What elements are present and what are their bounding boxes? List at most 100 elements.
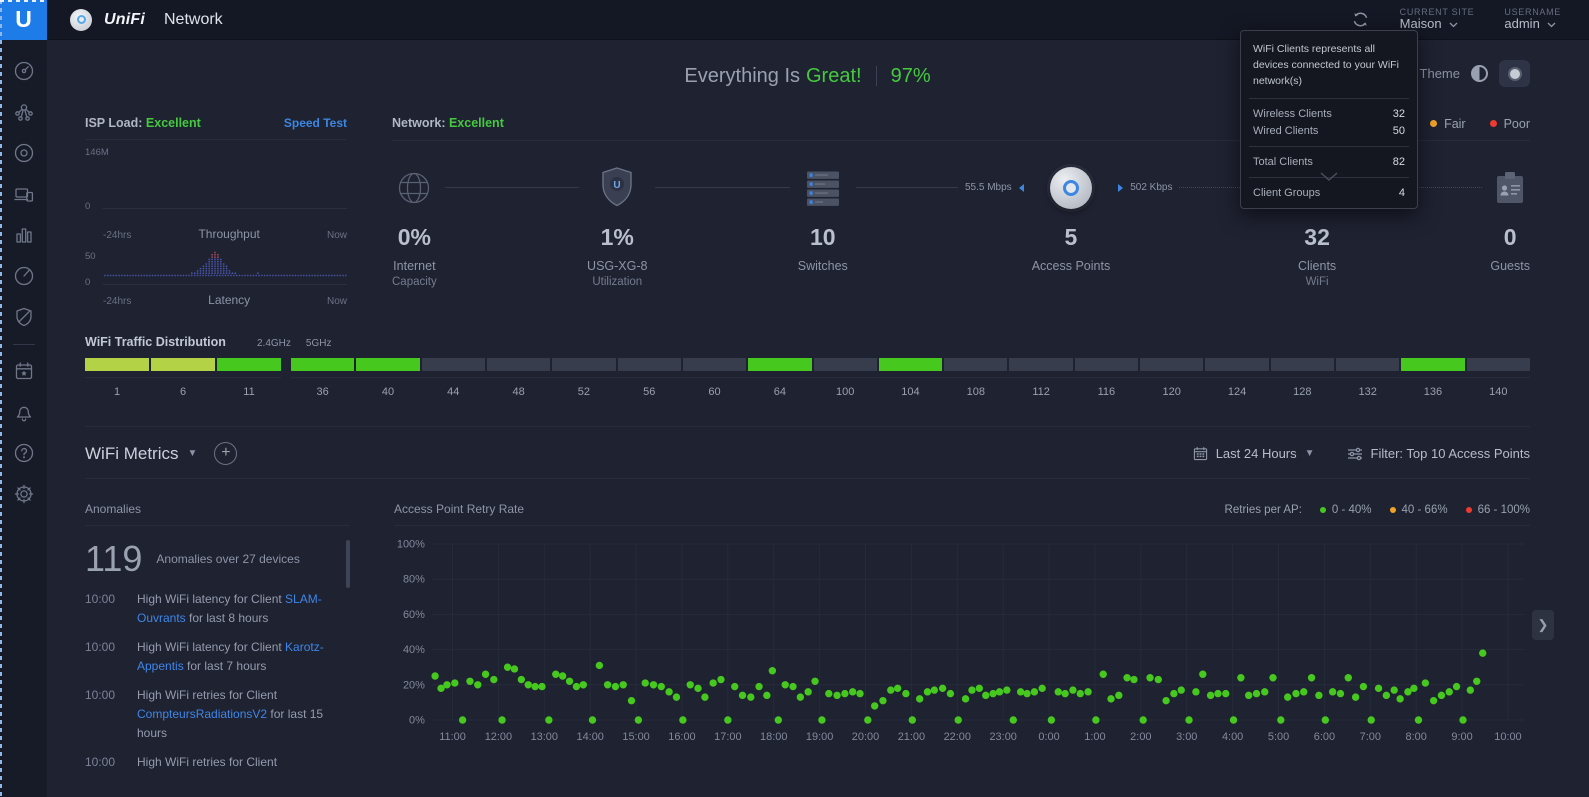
channel-segment-56[interactable]	[618, 358, 681, 371]
channel-segment-128[interactable]	[1271, 358, 1334, 371]
sidebar-item-devices[interactable]	[4, 133, 44, 173]
status-text: Everything Is	[684, 65, 800, 87]
retries-legend-item: 66 - 100%	[1466, 504, 1530, 516]
channel-segment-44[interactable]	[422, 358, 485, 371]
internet-sublabel: Capacity	[392, 276, 437, 288]
legend-dot-icon	[1390, 507, 1396, 513]
filter-control[interactable]: Filter: Top 10 Access Points	[1347, 446, 1530, 461]
channel-segment-116[interactable]	[1075, 358, 1138, 371]
sidebar-item-settings[interactable]	[4, 474, 44, 514]
light-theme-icon[interactable]	[1471, 65, 1488, 82]
clients-label: Clients	[1298, 259, 1336, 273]
channel-segment-36[interactable]	[291, 358, 354, 371]
topology-icon	[12, 100, 36, 124]
tooltip-caret-icon	[1320, 168, 1338, 186]
channel-segment-1[interactable]	[85, 358, 149, 371]
sidebar-item-dashboard[interactable]	[4, 51, 44, 91]
speed-test-link[interactable]: Speed Test	[284, 116, 347, 130]
access-point-icon	[70, 9, 92, 31]
link-internet-gateway	[437, 165, 587, 211]
anomaly-item: 10:00High WiFi latency for Client Karotz…	[85, 638, 350, 675]
help-question-icon	[12, 441, 36, 465]
wifi-metrics-dropdown[interactable]: WiFi Metrics▼	[85, 444, 197, 464]
channel-segment-136[interactable]	[1401, 358, 1464, 371]
filter-sliders-icon	[1347, 447, 1363, 461]
latency-mini-chart: 50 0	[85, 251, 347, 289]
anomaly-item: 10:00High WiFi retries for Client	[85, 753, 350, 770]
sidebar-item-clients[interactable]	[4, 174, 44, 214]
status-divider	[876, 66, 877, 86]
time-range-value: Last 24 Hours	[1216, 446, 1297, 461]
channel-segment-40[interactable]	[356, 358, 419, 371]
internet-label: Internet	[393, 259, 435, 273]
svg-text:21:00: 21:00	[898, 731, 925, 743]
latency-axis: -24hrs Latency Now	[103, 293, 347, 307]
theme-label: Theme	[1420, 66, 1460, 81]
client-link[interactable]: SLAM-Ouvrants	[137, 592, 322, 625]
ubiquiti-logo[interactable]: U	[0, 0, 47, 40]
dashboard-gauge-icon	[12, 59, 36, 83]
node-switches[interactable]: 10 Switches	[798, 165, 848, 288]
legend-dot-icon	[1466, 507, 1472, 513]
channel-segment-100[interactable]	[814, 358, 877, 371]
devices-icon	[12, 141, 36, 165]
node-gateway[interactable]: U 1% USG-XG-8 Utilization	[587, 165, 647, 288]
anomaly-time: 10:00	[85, 686, 137, 742]
sidebar-item-topology[interactable]	[4, 92, 44, 132]
sidebar-item-help[interactable]	[4, 433, 44, 473]
client-link[interactable]: CompteursRadiationsV2	[137, 707, 267, 721]
latency-ymin: 0	[85, 277, 90, 288]
channel-segment-132[interactable]	[1336, 358, 1399, 371]
channel-label: 140	[1467, 386, 1530, 398]
channel-segment-11[interactable]	[217, 358, 281, 371]
node-internet[interactable]: 0% Internet Capacity	[392, 165, 437, 288]
sidebar-item-threat-management[interactable]	[4, 297, 44, 337]
sidebar-item-insights[interactable]	[4, 256, 44, 296]
user-menu[interactable]: USERNAME admin	[1504, 7, 1561, 32]
refresh-icon[interactable]	[1351, 10, 1370, 29]
gateway-label: USG-XG-8	[587, 259, 647, 273]
channel-segment-64[interactable]	[748, 358, 811, 371]
channel-segment-108[interactable]	[944, 358, 1007, 371]
arrow-left-icon	[1019, 184, 1024, 192]
channel-segment-48[interactable]	[487, 358, 550, 371]
channel-segment-6[interactable]	[151, 358, 215, 371]
bell-icon	[12, 400, 36, 424]
channel-segment-60[interactable]	[683, 358, 746, 371]
wifi-traffic-distribution: WiFi Traffic Distribution 2.4GHz 5GHz 16…	[85, 335, 1530, 398]
legend-dot-icon	[1320, 507, 1326, 513]
svg-text:1:00: 1:00	[1084, 731, 1105, 743]
client-link[interactable]: Karotz-Appentis	[137, 640, 324, 673]
dark-theme-button[interactable]	[1499, 60, 1530, 87]
svg-text:2:00: 2:00	[1130, 731, 1151, 743]
sidebar-item-statistics[interactable]	[4, 215, 44, 255]
channel-segment-112[interactable]	[1009, 358, 1072, 371]
sidebar-nav	[0, 40, 47, 797]
channel-strip-5ghz: 3640444852566064100104108112116120124128…	[291, 358, 1530, 398]
channel-segment-52[interactable]	[552, 358, 615, 371]
channel-segment-140[interactable]	[1467, 358, 1530, 371]
svg-text:7:00: 7:00	[1360, 731, 1381, 743]
sidebar-item-events[interactable]	[4, 351, 44, 391]
switches-value: 10	[810, 224, 836, 251]
anomalies-scrollbar[interactable]	[346, 540, 350, 588]
retries-legend-prefix: Retries per AP:	[1225, 504, 1302, 516]
node-guests[interactable]: 0 Guests	[1490, 165, 1530, 288]
svg-text:3:00: 3:00	[1176, 731, 1197, 743]
site-selector[interactable]: CURRENT SITE Maison	[1400, 7, 1475, 32]
sidebar-item-alerts[interactable]	[4, 392, 44, 432]
chart-next-button[interactable]: ❯	[1532, 610, 1554, 640]
svg-text:20%: 20%	[403, 679, 425, 691]
channel-label: 56	[618, 386, 681, 398]
legend-dot-icon	[1430, 120, 1437, 127]
node-access-points[interactable]: 5 Access Points	[1032, 165, 1111, 288]
guests-label: Guests	[1490, 259, 1530, 273]
isp-load-panel: ISP Load: Excellent Speed Test 146M 0 -2…	[85, 116, 347, 307]
time-range-selector[interactable]: Last 24 Hours ▼	[1193, 446, 1315, 461]
add-metric-button[interactable]: +	[214, 442, 237, 465]
channel-label: 120	[1140, 386, 1203, 398]
channel-segment-120[interactable]	[1140, 358, 1203, 371]
channel-segment-104[interactable]	[879, 358, 942, 371]
channel-segment-124[interactable]	[1205, 358, 1268, 371]
retry-rate-chart: 0%20%40%60%80%100%11:0012:0013:0014:0015…	[394, 536, 1530, 753]
